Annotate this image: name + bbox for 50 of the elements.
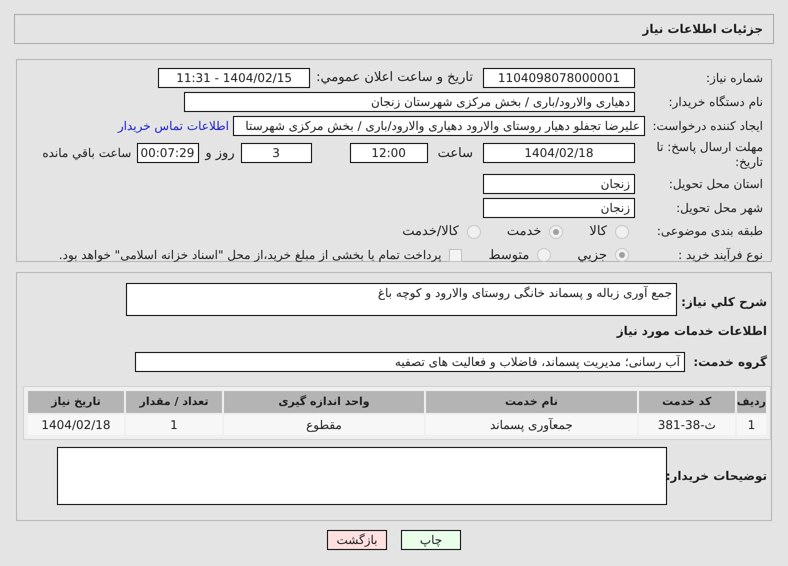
radio-label: کالا — [589, 223, 607, 241]
section-heading: اطلاعات خدمات مورد نیاز — [615, 323, 767, 340]
checkbox-label: پرداخت تمام یا بخشی از مبلغ خرید،از محل "اسناد خزانه اسلامی" خواهد بود. — [58, 247, 442, 264]
field-label: شرح کلي نياز: — [680, 294, 767, 311]
page-title: جزئیات اطلاعات نیاز — [642, 21, 763, 38]
radio-label: کالا/خدمت — [402, 223, 459, 241]
column-header: کد خدمت — [638, 391, 735, 413]
table-cell: جمعآوری پسماند — [426, 415, 637, 435]
field-label: طبقه بندی موضوعی: — [656, 224, 763, 240]
field-label: استان محل تحویل: — [668, 176, 763, 192]
radio-label: خدمت — [506, 223, 542, 241]
field-label: توضیحات خریدار: — [667, 468, 767, 485]
table-cell: 1 — [126, 415, 222, 435]
field-label: ساعت — [438, 145, 473, 163]
text-field[interactable]: علیرضا تجفلو دهیار روستای والارود دهیاری والارود/باری / بخش مرکزی شهرستا — [233, 116, 645, 136]
table-cell: 1404/02/18 — [28, 415, 124, 435]
buyer-contact-link[interactable]: اطلاعات تماس خریدار — [118, 117, 229, 135]
text-field[interactable]: دهیاری والارود/باری / بخش مرکزی شهرستان زنجان — [184, 92, 635, 112]
countdown-field[interactable]: 00:07:29 — [137, 143, 200, 163]
radio-label: جزیي — [577, 246, 607, 264]
column-header: واحد اندازه گیری — [224, 391, 424, 413]
text-field[interactable]: 12:00 — [350, 143, 428, 163]
text-field[interactable]: زنجان — [483, 174, 635, 194]
radio-label: متوسط — [488, 246, 530, 264]
table-cell: 1 — [736, 415, 766, 435]
field-label: ساعت باقي مانده — [42, 145, 132, 162]
text-field[interactable]: 1404/02/15 - 11:31 — [158, 68, 310, 88]
field-label: نام دستگاه خریدار: — [668, 94, 763, 110]
field-label: گروه خدمت: — [692, 354, 767, 371]
text-field[interactable]: آب رسانی؛ مدیریت پسماند، فاضلاب و فعالیت های تصفیه — [135, 352, 685, 372]
text-field[interactable]: 1404/02/18 — [483, 143, 635, 163]
table-cell: مقطوع — [224, 415, 424, 435]
column-header: تاریخ نیاز — [28, 391, 124, 413]
field-label: مهلت ارسال پاسخ: تا تاریخ: — [655, 140, 763, 170]
action-button[interactable]: چاپ — [401, 530, 461, 550]
text-field[interactable]: 1104098078000001 — [483, 68, 635, 88]
field-label: شهر محل تحویل: — [675, 200, 763, 216]
column-header: ردیف — [736, 391, 766, 413]
text-field[interactable]: 3 — [240, 143, 312, 163]
table-cell: ث-38-381 — [638, 415, 735, 435]
column-header: نام خدمت — [426, 391, 637, 413]
field-label: ایجاد کننده درخواست: — [651, 118, 763, 134]
field-label: روز و — [205, 145, 235, 163]
action-button[interactable]: بازگشت — [327, 530, 387, 550]
description-textarea[interactable]: جمع آوری زباله و پسماند خانگی روستای والارود و کوچه باغ — [126, 283, 677, 316]
field-label: نوع فرآیند خرید : — [677, 248, 763, 263]
text-field[interactable]: زنجان — [483, 198, 635, 218]
field-label: شماره نیاز: — [705, 70, 763, 86]
column-header: تعداد / مقدار — [126, 391, 222, 413]
field-label: تاریخ و ساعت اعلان عمومي: — [316, 69, 473, 88]
